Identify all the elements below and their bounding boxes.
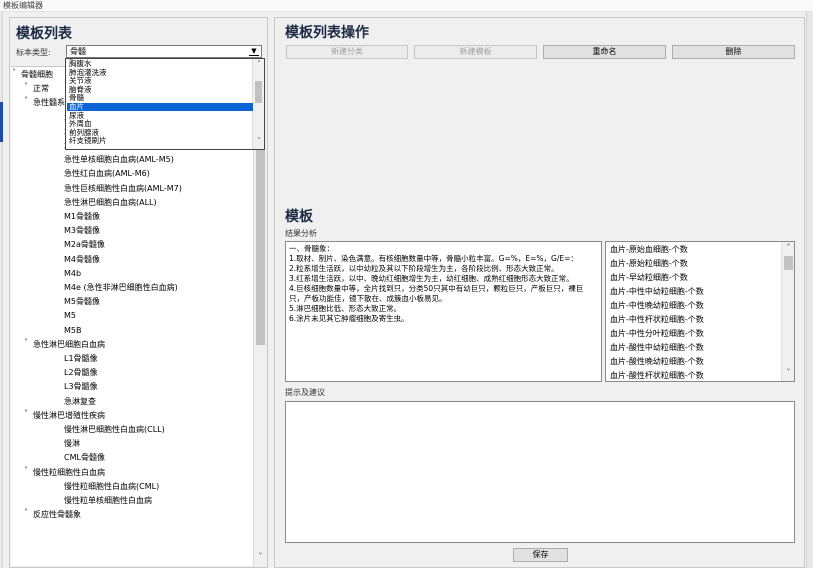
sample-type-value: 骨髓 — [70, 47, 86, 56]
template-list-title: 模板列表 — [16, 26, 72, 42]
template-title: 模板 — [285, 209, 313, 225]
title-bar: 模板编辑器 — [0, 0, 813, 12]
delete-button[interactable]: 删除 — [672, 45, 795, 59]
dropdown-option[interactable]: 胸腹水 — [67, 60, 253, 68]
sample-type-label: 标本类型: — [16, 48, 51, 57]
tree-node[interactable]: 慢性粒单核细胞性白血病 — [64, 494, 152, 508]
tree-node[interactable]: M2a骨髓像 — [64, 238, 105, 252]
tree-node[interactable]: 慢性淋巴细胞性白血病(CLL) — [64, 423, 165, 437]
scroll-down-icon[interactable]: ˅ — [255, 552, 266, 564]
operations-title: 模板列表操作 — [285, 25, 369, 41]
suggestion-label: 提示及建议 — [285, 388, 325, 397]
tree-node[interactable]: 慢性淋巴增殖性疾病 — [33, 409, 105, 423]
tree-node[interactable]: M4e (急性非淋巴细胞性白血病) — [64, 281, 178, 295]
dropdown-option[interactable]: 血片 — [67, 103, 253, 111]
analysis-textarea[interactable]: 一、骨髓象： 1.取材、制片、染色满意。有核细胞数量中等，骨髓小粒丰富。G=%，… — [285, 241, 602, 382]
tree-node[interactable]: L1骨髓像 — [64, 352, 98, 366]
tree-node[interactable]: 反应性骨髓象 — [33, 508, 81, 522]
scroll-up-icon[interactable]: ˄ — [254, 60, 264, 70]
tree-node[interactable]: M4骨髓像 — [64, 253, 100, 267]
expand-chevron-icon[interactable]: ˅ — [24, 508, 28, 517]
tree-node[interactable]: L2骨髓像 — [64, 366, 98, 380]
sample-type-dropdown[interactable]: ˄ ˅ 胸腹水 肺泡灌洗液 关节液 脑脊液 骨髓 血片 尿液 外周血 前列腺液 纤支镜刷片 — [65, 58, 265, 150]
dropdown-option[interactable]: 纤支镜刷片 — [67, 137, 253, 145]
chevron-down-icon[interactable]: ▼ — [249, 47, 259, 56]
tree-node[interactable]: L3骨髓像 — [64, 380, 98, 394]
window-title: 模板编辑器 — [3, 1, 43, 10]
list-item[interactable]: 血片-早幼粒细胞-个数 — [610, 271, 688, 285]
scroll-down-icon[interactable]: ˅ — [254, 137, 264, 147]
dropdown-option[interactable]: 肺泡灌洗液 — [67, 68, 253, 77]
tree-node[interactable]: M5骨髓像 — [64, 295, 100, 309]
list-item[interactable]: 血片-原始粒细胞-个数 — [610, 257, 688, 271]
tree-node[interactable]: 急淋复查 — [64, 395, 96, 409]
list-item[interactable]: 血片-中性杆状粒细胞-个数 — [610, 313, 704, 327]
tree-node[interactable]: CML骨髓像 — [64, 451, 105, 465]
tree-node[interactable]: 急性单核细胞白血病(AML-M5) — [64, 153, 174, 167]
new-template-button[interactable]: 新建模板 — [414, 45, 537, 59]
expand-chevron-icon[interactable]: ˅ — [24, 338, 28, 347]
scroll-thumb[interactable] — [255, 81, 262, 103]
scroll-thumb[interactable] — [784, 256, 793, 270]
tree-node[interactable]: 急性淋巴细胞白血病 — [33, 338, 105, 352]
tree-node[interactable]: M4b — [64, 267, 81, 281]
expand-chevron-icon[interactable]: ˅ — [24, 466, 28, 475]
list-item[interactable]: 血片-酸性杆状粒细胞-个数 — [610, 369, 704, 381]
cell-count-list[interactable]: ˄ ˅ 血片-原始血细胞-个数 血片-原始粒细胞-个数 血片-早幼粒细胞-个数 血片-… — [605, 241, 795, 382]
dropdown-option[interactable]: 外周血 — [67, 120, 253, 128]
tree-node[interactable]: 急性红白血病(AML-M6) — [64, 167, 150, 181]
expand-chevron-icon[interactable]: ˅ — [12, 68, 16, 77]
analysis-text: 一、骨髓象： 1.取材、制片、染色满意。有核细胞数量中等，骨髓小粒丰富。G=%，… — [289, 244, 584, 323]
tree-node[interactable]: 急性巨核细胞性白血病(AML-M7) — [64, 182, 182, 196]
list-item[interactable]: 血片-酸性晚幼粒细胞-个数 — [610, 355, 704, 369]
scroll-down-icon[interactable]: ˅ — [783, 368, 794, 380]
list-item[interactable]: 血片-中性中幼粒细胞-个数 — [610, 285, 704, 299]
expand-chevron-icon[interactable]: ˅ — [24, 96, 28, 105]
dropdown-option[interactable]: 脑脊液 — [67, 85, 253, 94]
new-category-button[interactable]: 新建分类 — [286, 45, 408, 59]
tree-node[interactable]: 急性淋巴细胞白血病(ALL) — [64, 196, 157, 210]
left-edge-bar — [0, 12, 3, 568]
list-item[interactable]: 血片-原始血细胞-个数 — [610, 243, 688, 257]
edge-indicator — [0, 102, 3, 142]
list-item[interactable]: 血片-中性晚幼粒细胞-个数 — [610, 299, 704, 313]
tree-node[interactable]: 正常 — [33, 82, 49, 96]
expand-chevron-icon[interactable]: ˅ — [24, 409, 28, 418]
list-item[interactable]: 血片-酸性中幼粒细胞-个数 — [610, 341, 704, 355]
tree-node[interactable]: M3骨髓像 — [64, 224, 100, 238]
tree-node[interactable]: 慢性粒细胞性白血病 — [33, 466, 105, 480]
list-item[interactable]: 血片-中性分叶粒细胞-个数 — [610, 327, 704, 341]
sample-type-combo[interactable]: 骨髓 ▼ — [66, 45, 262, 58]
rename-button[interactable]: 重命名 — [543, 45, 666, 59]
tree-node[interactable]: 慢淋 — [64, 437, 80, 451]
dropdown-option[interactable]: 关节液 — [67, 77, 253, 85]
expand-chevron-icon[interactable]: ˅ — [24, 82, 28, 91]
tree-node[interactable]: M1骨髓像 — [64, 210, 100, 224]
save-button[interactable]: 保存 — [513, 548, 568, 562]
tree-node[interactable]: 慢性粒细胞性白血病(CML) — [64, 480, 159, 494]
dropdown-option[interactable]: 骨髓 — [67, 94, 253, 102]
tree-node[interactable]: M5B — [64, 324, 81, 338]
suggestion-textarea[interactable] — [285, 401, 795, 543]
list-scrollbar[interactable]: ˄ ˅ — [781, 242, 794, 381]
tree-node[interactable]: 骨髓细胞 — [21, 68, 53, 82]
analysis-label: 结果分析 — [285, 229, 317, 238]
dropdown-scrollbar[interactable]: ˄ ˅ — [252, 59, 264, 149]
right-edge-bar — [806, 12, 813, 568]
tree-node[interactable]: M5 — [64, 309, 76, 323]
dropdown-option[interactable]: 尿液 — [67, 111, 253, 120]
scroll-up-icon[interactable]: ˄ — [783, 243, 794, 255]
